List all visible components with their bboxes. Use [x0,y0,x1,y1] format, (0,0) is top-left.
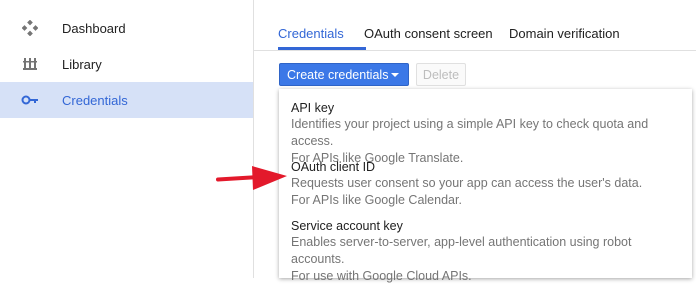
red-arrow-icon [216,166,287,190]
menu-item-api-key[interactable]: API key Identifies your project using a … [291,100,686,167]
menu-item-title: Service account key [291,219,403,233]
tab-domain-verification[interactable]: Domain verification [509,26,620,41]
tab-bar: Credentials OAuth consent screen Domain … [254,0,696,51]
menu-item-title: OAuth client ID [291,160,376,174]
create-credentials-button[interactable]: Create credentials [279,63,409,86]
menu-item-description: Identifies your project using a simple A… [291,117,649,148]
sidebar-item-label: Dashboard [62,20,126,36]
menu-item-service-account-key[interactable]: Service account key Enables server-to-se… [291,218,686,285]
create-credentials-menu: API key Identifies your project using a … [279,89,692,283]
key-icon [21,91,39,109]
delete-label: Delete [422,67,460,82]
menu-item-description: Requests user consent so your app can ac… [291,176,643,190]
sidebar-item-credentials[interactable]: Credentials [0,82,253,118]
menu-item-description: Enables server-to-server, app-level auth… [291,235,632,266]
chevron-down-icon [391,73,399,77]
tab-credentials[interactable]: Credentials [278,26,344,41]
sidebar-item-library[interactable]: Library [0,46,253,82]
dashboard-icon [21,19,39,37]
library-icon [21,55,39,73]
sidebar-item-label: Library [62,56,102,72]
menu-item-description: For APIs like Google Calendar. [291,193,462,207]
sidebar: Dashboard Library Credentials [0,0,254,278]
menu-item-title: API key [291,101,335,115]
sidebar-item-dashboard[interactable]: Dashboard [0,10,253,46]
menu-item-description: For use with Google Cloud APIs. [291,269,472,283]
create-credentials-label: Create credentials [287,67,389,82]
active-tab-indicator [278,47,366,50]
sidebar-item-label: Credentials [62,92,128,108]
delete-button[interactable]: Delete [416,63,466,86]
menu-item-oauth-client-id[interactable]: OAuth client ID Requests user consent so… [291,159,686,209]
tab-oauth-consent-screen[interactable]: OAuth consent screen [364,26,493,41]
